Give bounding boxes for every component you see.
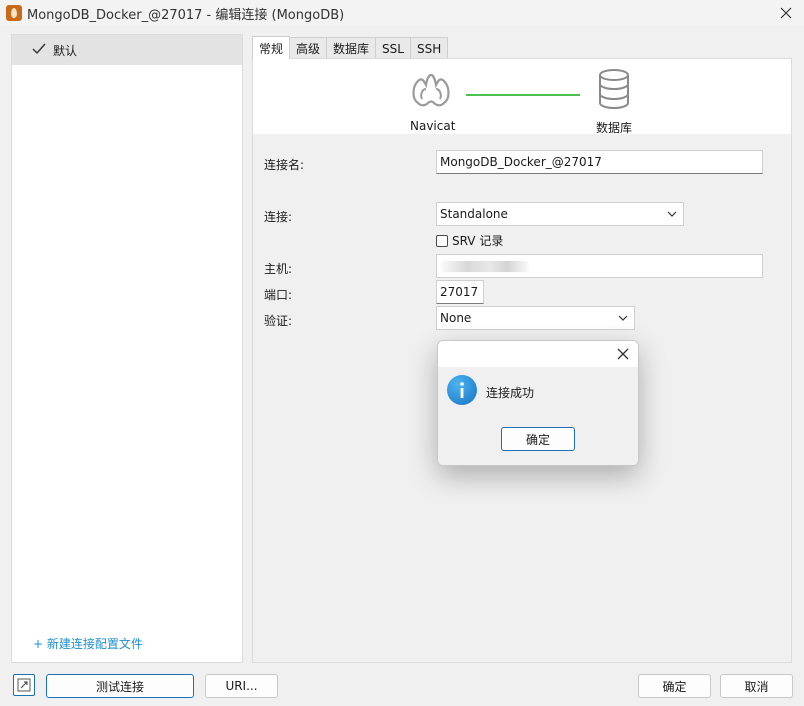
- tab-advanced[interactable]: 高级: [289, 37, 328, 59]
- profile-item-default[interactable]: 默认: [12, 35, 242, 65]
- host-redacted-value: [441, 261, 529, 272]
- host-field[interactable]: [436, 254, 763, 278]
- navicat-icon: [412, 73, 450, 107]
- cancel-button[interactable]: 取消: [720, 674, 793, 698]
- profile-label: 默认: [53, 44, 78, 58]
- connection-type-label: 连接:: [264, 210, 293, 224]
- title-bar: MongoDB_Docker_@27017 - 编辑连接 (MongoDB): [0, 0, 804, 26]
- edit-link-button[interactable]: [13, 674, 35, 696]
- srv-checkbox[interactable]: [436, 234, 448, 247]
- navicat-label: Navicat: [410, 119, 456, 133]
- tab-ssl[interactable]: SSL: [375, 37, 411, 59]
- srv-label: SRV 记录: [452, 234, 504, 248]
- chevron-down-icon: [667, 211, 677, 217]
- auth-select[interactable]: None: [436, 306, 635, 330]
- database-icon: [599, 69, 629, 109]
- check-icon: [32, 43, 46, 55]
- edit-link-icon: [17, 678, 31, 692]
- connection-link-line: [466, 94, 580, 96]
- ok-button[interactable]: 确定: [638, 674, 711, 698]
- srv-option[interactable]: SRV 记录: [436, 232, 503, 249]
- new-profile-link[interactable]: + 新建连接配置文件: [33, 635, 143, 652]
- close-icon[interactable]: [616, 347, 630, 361]
- host-label: 主机:: [264, 262, 293, 276]
- close-icon: [780, 7, 792, 19]
- connection-type-select[interactable]: Standalone: [436, 202, 684, 226]
- tab-ssh[interactable]: SSH: [409, 37, 449, 59]
- connection-name-field[interactable]: MongoDB_Docker_@27017: [436, 150, 763, 174]
- auth-label: 验证:: [264, 314, 293, 328]
- connection-name-label: 连接名:: [264, 158, 305, 172]
- mongodb-leaf-icon: [6, 5, 22, 21]
- dialog-message: 连接成功: [486, 386, 535, 400]
- tab-general[interactable]: 常规: [252, 36, 291, 59]
- dialog-ok-button[interactable]: 确定: [501, 427, 575, 451]
- dialog-title-bar: [438, 341, 638, 367]
- port-label: 端口:: [264, 288, 293, 302]
- footer-bar: 测试连接 URI... 确定 取消: [0, 668, 804, 706]
- tab-strip: 常规 高级 数据库 SSL SSH: [252, 36, 449, 59]
- connection-success-dialog: 连接成功 确定: [437, 340, 639, 466]
- auth-value: None: [440, 311, 472, 325]
- database-label: 数据库: [596, 121, 633, 135]
- uri-button[interactable]: URI...: [205, 674, 278, 698]
- tab-database[interactable]: 数据库: [326, 37, 377, 59]
- test-connection-button[interactable]: 测试连接: [46, 674, 194, 698]
- connection-diagram: Navicat 数据库: [253, 59, 791, 135]
- info-icon: [447, 375, 477, 405]
- window-title: MongoDB_Docker_@27017 - 编辑连接 (MongoDB): [27, 8, 345, 23]
- dialog-body: 连接成功 确定: [438, 367, 638, 465]
- connection-type-value: Standalone: [440, 207, 508, 221]
- chevron-down-icon: [618, 315, 628, 321]
- port-field[interactable]: 27017: [436, 280, 484, 304]
- profile-list: 默认 + 新建连接配置文件: [11, 34, 243, 663]
- window-close-button[interactable]: [776, 3, 796, 23]
